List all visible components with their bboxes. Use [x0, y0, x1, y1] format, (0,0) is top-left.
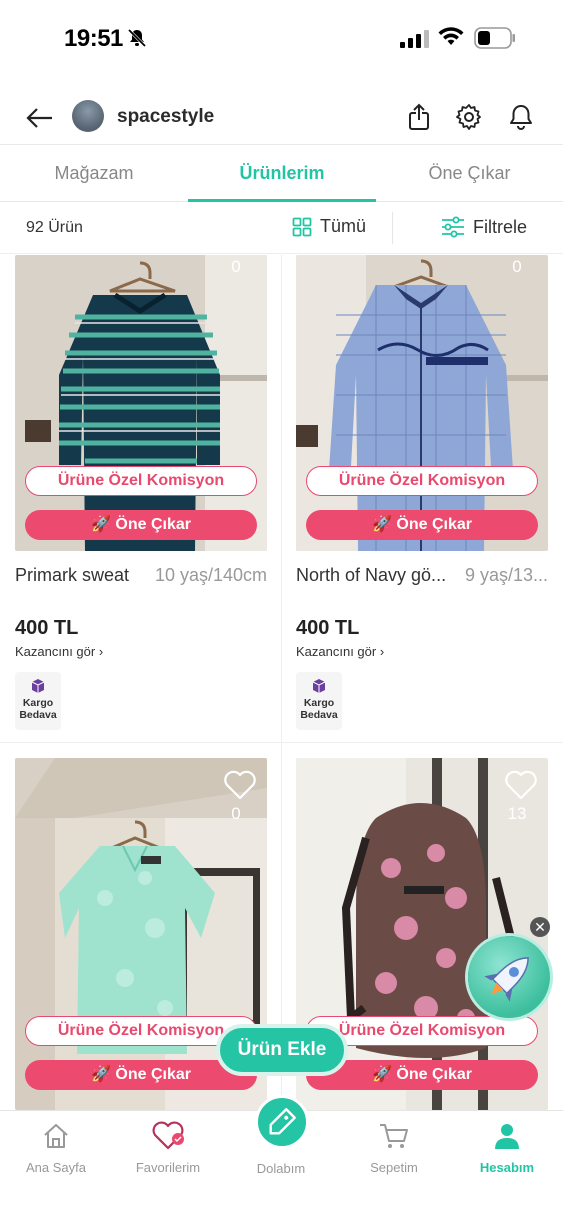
- heart-icon[interactable]: [504, 770, 538, 800]
- username[interactable]: spacestyle: [117, 106, 214, 128]
- rocket-icon: [484, 957, 529, 1002]
- nav-home-label: Ana Sayfa: [26, 1160, 86, 1175]
- product-photo[interactable]: 0 Ürüne Özel Komisyon 🚀 Öne Çıkar: [15, 255, 267, 551]
- like-count: 13: [507, 804, 527, 823]
- signal-icon: [400, 30, 429, 48]
- commission-badge[interactable]: Ürüne Özel Komisyon: [306, 466, 538, 496]
- chevron-right-icon: ›: [379, 644, 385, 659]
- commission-badge[interactable]: Ürüne Özel Komisyon: [25, 466, 257, 496]
- grid-divider: [0, 742, 563, 743]
- product-price: 400 TL: [15, 617, 79, 639]
- filter-bar: 92 Ürün Tümü Filtrele: [0, 202, 563, 254]
- nav-home[interactable]: Ana Sayfa: [0, 1121, 112, 1175]
- boost-button[interactable]: 🚀 Öne Çıkar: [25, 510, 257, 540]
- heart-icon: [152, 1121, 184, 1150]
- wifi-icon: [438, 27, 464, 45]
- view-all-button[interactable]: Tümü: [292, 216, 366, 237]
- free-shipping-badge: Kargo Bedava: [15, 672, 61, 730]
- grid-icon: [292, 217, 312, 236]
- chevron-right-icon: ›: [98, 644, 104, 659]
- nav-closet[interactable]: Dolabım: [225, 1155, 337, 1176]
- nav-favorites[interactable]: Favorilerim: [112, 1121, 224, 1175]
- battery-icon: [474, 27, 515, 49]
- header: spacestyle: [0, 96, 563, 140]
- free-shipping-badge: Kargo Bedava: [296, 672, 342, 730]
- earnings-link[interactable]: Kazancını gör ›: [296, 644, 384, 659]
- grid-divider: [281, 255, 282, 1110]
- boost-label: Öne Çıkar: [396, 516, 472, 533]
- box-icon: [312, 679, 326, 693]
- divider: [392, 212, 393, 244]
- like-count: 0: [231, 257, 241, 276]
- earnings-link[interactable]: Kazancını gör ›: [15, 644, 103, 659]
- rocket-icon: 🚀: [372, 516, 392, 533]
- rocket-icon: 🚀: [91, 1066, 111, 1083]
- gear-icon[interactable]: [454, 102, 484, 132]
- tab-bar: Mağazam Ürünlerim Öne Çıkar: [0, 144, 563, 202]
- cart-icon: [380, 1124, 408, 1148]
- product-count: 92 Ürün: [26, 219, 83, 236]
- boost-label: Öne Çıkar: [115, 516, 191, 533]
- cargo-label-1: Kargo: [22, 697, 54, 709]
- earnings-label: Kazancını gör: [296, 644, 377, 659]
- sliders-icon: [442, 216, 464, 238]
- tab-one-cikar[interactable]: Öne Çıkar: [376, 145, 563, 202]
- filter-button[interactable]: Filtrele: [441, 216, 527, 238]
- cargo-label-2: Bedava: [19, 709, 57, 721]
- tab-magazam[interactable]: Mağazam: [0, 145, 188, 202]
- box-icon: [31, 679, 45, 693]
- boost-label: Öne Çıkar: [115, 1066, 191, 1083]
- tag-icon: [269, 1108, 296, 1135]
- home-icon: [44, 1124, 68, 1148]
- view-all-label: Tümü: [320, 216, 367, 236]
- product-title[interactable]: Primark sweat: [15, 565, 129, 586]
- product-title[interactable]: North of Navy gö...: [296, 565, 446, 586]
- earnings-label: Kazancını gör: [15, 644, 96, 659]
- nav-account-label: Hesabım: [479, 1160, 535, 1175]
- heart-icon[interactable]: [223, 770, 257, 800]
- nav-closet-label: Dolabım: [256, 1161, 306, 1176]
- avatar[interactable]: [72, 100, 104, 132]
- boost-fab[interactable]: [468, 936, 550, 1018]
- product-size: 9 yaş/13...: [464, 565, 548, 585]
- cargo-label-2: Bedava: [300, 709, 338, 721]
- product-size: 10 yaş/140cm: [154, 565, 267, 585]
- closet-center-button[interactable]: [255, 1095, 309, 1149]
- product-price: 400 TL: [296, 617, 360, 639]
- like-count: 0: [512, 257, 522, 276]
- like-count: 0: [231, 804, 241, 823]
- nav-cart[interactable]: Sepetim: [338, 1121, 450, 1175]
- rocket-icon: 🚀: [91, 516, 111, 533]
- bell-off-icon: [127, 28, 147, 48]
- product-photo[interactable]: 0 Ürüne Özel Komisyon 🚀 Öne Çıkar: [296, 255, 548, 551]
- filter-label: Filtrele: [473, 216, 528, 237]
- boost-label: Öne Çıkar: [396, 1066, 472, 1083]
- nav-favorites-label: Favorilerim: [135, 1160, 201, 1175]
- rocket-icon: 🚀: [372, 1066, 392, 1083]
- close-icon[interactable]: ✕: [530, 917, 550, 937]
- status-time: 19:51: [64, 25, 123, 52]
- tab-urunlerim[interactable]: Ürünlerim: [188, 145, 376, 202]
- boost-button[interactable]: 🚀 Öne Çıkar: [306, 510, 538, 540]
- cargo-label-1: Kargo: [303, 697, 335, 709]
- user-icon: [495, 1124, 519, 1149]
- product-card[interactable]: 0 Ürüne Özel Komisyon 🚀 Öne Çıkar Primar…: [15, 255, 267, 730]
- product-card[interactable]: 0 Ürüne Özel Komisyon 🚀 Öne Çıkar North …: [296, 255, 548, 730]
- status-bar: 19:51: [0, 0, 563, 78]
- add-product-button[interactable]: Ürün Ekle: [216, 1024, 348, 1076]
- nav-account[interactable]: Hesabım: [451, 1121, 563, 1175]
- nav-cart-label: Sepetim: [370, 1160, 418, 1175]
- share-icon[interactable]: [404, 102, 434, 132]
- notification-bell-icon[interactable]: [506, 102, 536, 132]
- back-arrow-icon[interactable]: [24, 102, 56, 134]
